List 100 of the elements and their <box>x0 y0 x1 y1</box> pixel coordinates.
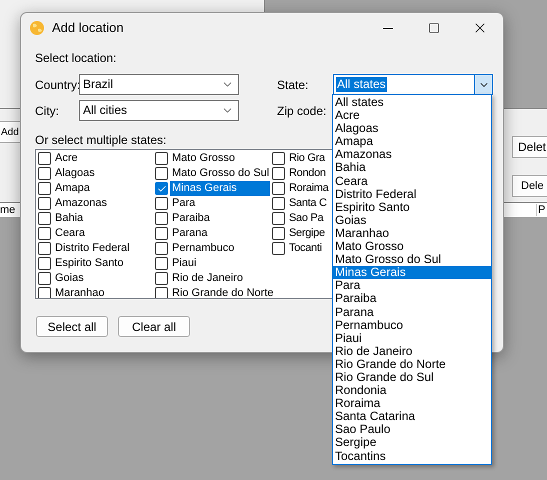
checkbox[interactable] <box>155 272 168 285</box>
checkbox-label[interactable]: Santa C <box>287 196 329 211</box>
checkbox[interactable] <box>38 257 51 270</box>
dropdown-option[interactable]: Mato Grosso do Sul <box>333 253 491 266</box>
checkbox-label[interactable]: Bahia <box>53 211 86 226</box>
dropdown-option[interactable]: Distrito Federal <box>333 188 491 201</box>
checkbox[interactable] <box>38 212 51 225</box>
checkbox[interactable] <box>38 167 51 180</box>
country-dropdown[interactable]: Brazil <box>79 74 239 95</box>
dropdown-option[interactable]: Rio Grande do Sul <box>333 370 491 384</box>
checkbox-label[interactable]: Distrito Federal <box>53 241 132 256</box>
checkbox-label[interactable]: Amazonas <box>53 196 109 211</box>
dropdown-option[interactable]: Goias <box>333 214 491 227</box>
checkbox[interactable] <box>272 167 285 180</box>
action-button[interactable]: Clear all <box>118 316 190 337</box>
maximize-icon <box>428 22 440 34</box>
dropdown-option[interactable]: Acre <box>333 109 491 122</box>
checkbox-label[interactable]: Mato Grosso <box>170 151 237 166</box>
checkbox[interactable] <box>38 182 51 195</box>
checkbox-label[interactable]: Paraiba <box>170 211 212 226</box>
dropdown-button[interactable] <box>474 75 492 94</box>
dropdown-option[interactable]: Rondonia <box>333 384 491 398</box>
combo-value: All states <box>336 77 387 92</box>
state-dropdown[interactable]: All states <box>333 74 493 95</box>
checkbox-label[interactable]: Para <box>170 196 198 211</box>
country-label: Country: <box>35 76 79 94</box>
checkbox[interactable] <box>38 287 51 298</box>
checkbox[interactable] <box>155 197 168 210</box>
dropdown-option[interactable]: Rio de Janeiro <box>333 344 491 358</box>
add-button[interactable]: Add <box>0 121 22 143</box>
checkbox-label[interactable]: Goias <box>53 271 86 286</box>
checkbox[interactable] <box>38 242 51 255</box>
dropdown-option[interactable]: Maranhao <box>333 226 491 240</box>
action-button[interactable]: Select all <box>36 316 108 337</box>
dropdown-option[interactable]: Alagoas <box>333 122 491 136</box>
checkbox[interactable] <box>38 197 51 210</box>
checkbox-label[interactable]: Espirito Santo <box>53 256 126 271</box>
checkbox-label[interactable]: Mato Grosso do Sul <box>170 166 272 181</box>
dropdown-option[interactable]: Amapa <box>333 135 491 148</box>
checkbox-label[interactable]: Sao Pa <box>287 211 326 226</box>
checkbox[interactable] <box>155 287 168 298</box>
checkbox[interactable] <box>272 182 285 195</box>
checkbox-label[interactable]: Sergipe <box>287 226 327 241</box>
checkbox[interactable] <box>272 242 285 255</box>
checkbox-label[interactable]: Piaui <box>170 256 198 271</box>
dropdown-option[interactable]: Tocantins <box>333 450 491 463</box>
dropdown-option[interactable]: All states <box>333 96 491 110</box>
checkbox[interactable] <box>38 152 51 165</box>
combo-value: Brazil <box>82 77 114 92</box>
checkbox[interactable] <box>155 182 168 195</box>
checkbox[interactable] <box>272 212 285 225</box>
checkbox[interactable] <box>272 152 285 165</box>
dropdown-option[interactable]: Mato Grosso <box>333 240 491 254</box>
dropdown-option[interactable]: Sao Paulo <box>333 423 491 436</box>
dropdown-option[interactable]: Piaui <box>333 332 491 345</box>
dropdown-option[interactable]: Santa Catarina <box>333 410 491 424</box>
city-dropdown[interactable]: All cities <box>79 100 239 121</box>
zip-code-label: Zip code: <box>277 102 328 120</box>
checkbox-label[interactable]: Ceara <box>53 226 87 241</box>
dropdown-option[interactable]: Para <box>333 279 491 292</box>
dropdown-option[interactable]: Amazonas <box>333 148 491 162</box>
multi-select-label: Or select multiple states: <box>35 133 166 147</box>
dropdown-option[interactable]: Sergipe <box>333 436 491 450</box>
section-label: Select location: <box>35 51 118 65</box>
checkbox[interactable] <box>155 152 168 165</box>
checkbox-label[interactable]: Minas Gerais <box>170 181 270 196</box>
checkbox-label[interactable]: Tocanti <box>287 241 324 256</box>
checkbox-label[interactable]: Alagoas <box>53 166 97 181</box>
checkbox[interactable] <box>272 227 285 240</box>
checkbox[interactable] <box>272 197 285 210</box>
globe-icon <box>29 20 45 36</box>
dropdown-option[interactable]: Pernambuco <box>333 318 491 332</box>
dropdown-option[interactable]: Bahia <box>333 161 491 175</box>
dropdown-option[interactable]: Parana <box>333 306 491 319</box>
checkbox-label[interactable]: Rio Grande do Norte <box>170 286 276 298</box>
dropdown-option[interactable]: Ceara <box>333 174 491 188</box>
checkbox[interactable] <box>155 212 168 225</box>
checkbox-label[interactable]: Rio Gra <box>287 151 327 166</box>
checkbox[interactable] <box>155 227 168 240</box>
checkbox-label[interactable]: Maranhao <box>53 286 107 298</box>
dropdown-option[interactable]: Minas Gerais <box>333 266 491 280</box>
checkbox[interactable] <box>155 167 168 180</box>
dropdown-option[interactable]: Roraima <box>333 397 491 410</box>
checkbox[interactable] <box>38 227 51 240</box>
checkbox-label[interactable]: Rondon <box>287 166 328 181</box>
checkbox-label[interactable]: Pernambuco <box>170 241 236 256</box>
dropdown-option[interactable]: Rio Grande do Norte <box>333 358 491 371</box>
delete-button[interactable]: Delet <box>512 136 547 158</box>
checkbox-label[interactable]: Acre <box>53 151 80 166</box>
checkbox-label[interactable]: Roraima <box>287 181 330 196</box>
delete-button[interactable]: Dele <box>512 175 547 197</box>
dropdown-option[interactable]: Espirito Santo <box>333 200 491 214</box>
checkbox-label[interactable]: Parana <box>170 226 210 241</box>
checkbox[interactable] <box>155 257 168 270</box>
state-label: State: <box>277 76 310 94</box>
checkbox-label[interactable]: Rio de Janeiro <box>170 271 245 286</box>
checkbox[interactable] <box>38 272 51 285</box>
checkbox-label[interactable]: Amapa <box>53 181 92 196</box>
checkbox[interactable] <box>155 242 168 255</box>
dropdown-option[interactable]: Paraiba <box>333 292 491 306</box>
